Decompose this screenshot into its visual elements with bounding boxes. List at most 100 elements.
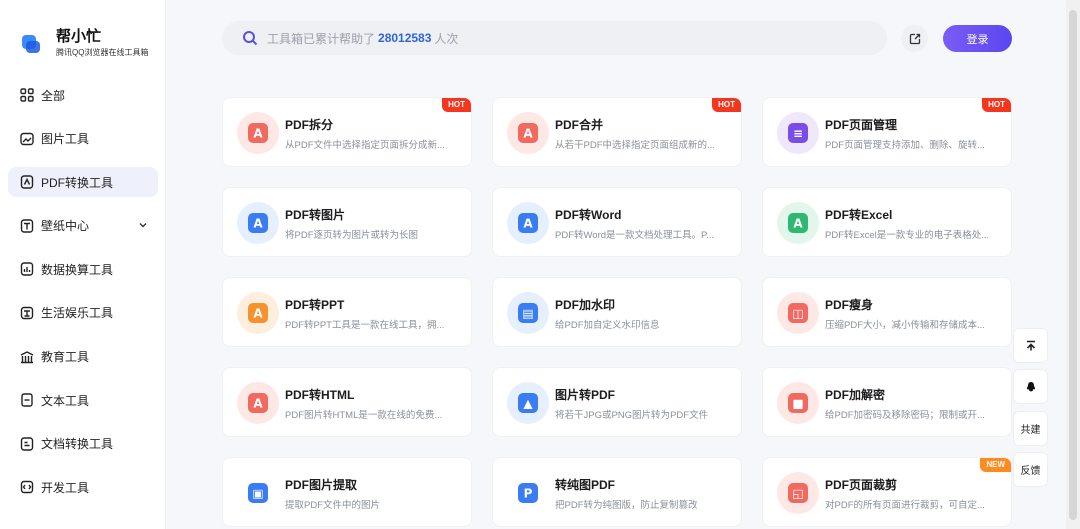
grid-icon — [20, 88, 34, 102]
svg-text:▤: ▤ — [522, 307, 533, 321]
pdf-to-image-icon: A — [237, 202, 279, 244]
tool-description: 将若干JPG或PNG图片转为PDF文件 — [555, 410, 709, 421]
tool-description: 从若干PDF中选择指定页面组成新的... — [555, 140, 715, 151]
tool-card[interactable]: ≡ PDF页面管理 PDF页面管理支持添加、删除、旋转... HOT — [762, 97, 1012, 167]
qq-button[interactable] — [1013, 369, 1048, 404]
sidebar-item-label: 教育工具 — [41, 350, 90, 365]
feedback-button[interactable]: 反馈 — [1013, 452, 1048, 487]
chevron-down-icon[interactable] — [138, 220, 148, 230]
tool-title: PDF合并 — [555, 118, 604, 132]
tool-title: PDF瘦身 — [825, 298, 874, 312]
pdf-icon — [20, 175, 34, 189]
tool-title: 转纯图PDF — [555, 478, 616, 492]
dev-icon — [20, 480, 34, 494]
pdf-compress-icon: ◫ — [777, 292, 819, 334]
svg-text:■: ■ — [792, 397, 803, 411]
wallpaper-icon — [20, 219, 34, 233]
tool-description: PDF转Excel是一款专业的电子表格处... — [825, 230, 990, 241]
sidebar-item-label: 文本工具 — [41, 393, 90, 408]
svg-text:A: A — [253, 217, 263, 231]
pdf-page-manage-icon: ≡ — [777, 112, 819, 154]
share-button[interactable] — [901, 25, 928, 52]
brand[interactable]: 帮小忙 腾讯QQ浏览器在线工具箱 — [20, 28, 148, 58]
brand-tagline: 腾讯QQ浏览器在线工具箱 — [56, 48, 149, 57]
sidebar-item-label: 开发工具 — [41, 480, 90, 495]
svg-text:▲: ▲ — [523, 397, 533, 411]
tool-title: 图片转PDF — [555, 388, 616, 402]
svg-text:A: A — [253, 307, 263, 321]
tool-title: PDF转Word — [555, 208, 622, 222]
sidebar-item-label: 数据换算工具 — [41, 262, 114, 277]
scrollbar-thumb[interactable] — [1069, 10, 1077, 520]
tool-card[interactable]: A PDF转HTML PDF图片转HTML是一款在线的免费... — [222, 367, 472, 437]
svg-text:A: A — [253, 397, 263, 411]
tool-card[interactable]: A PDF转PPT PDF转PPT工具是一款在线工具，拥... — [222, 277, 472, 347]
tool-description: 将PDF逐页转为图片或转为长图 — [285, 230, 419, 241]
sidebar-item-label: 图片工具 — [41, 132, 90, 147]
pdf-encrypt-icon: ■ — [777, 382, 819, 424]
pdf-to-html-icon: A — [237, 382, 279, 424]
tool-card[interactable]: ▲ 图片转PDF 将若干JPG或PNG图片转为PDF文件 — [492, 367, 742, 437]
search-suffix: 人次 — [434, 31, 459, 46]
sidebar-item-entertainment[interactable]: 生活娱乐工具 — [8, 298, 158, 328]
back-to-top-button[interactable] — [1013, 328, 1048, 363]
search-count: 28012583 — [378, 31, 432, 45]
tool-card[interactable]: ■ PDF加解密 给PDF加密码及移除密码；限制或开... — [762, 367, 1012, 437]
text-icon — [20, 393, 34, 407]
svg-text:A: A — [523, 217, 533, 231]
svg-text:◫: ◫ — [792, 307, 803, 321]
tool-description: PDF转Word是一款文档处理工具。P... — [555, 230, 715, 241]
tool-description: 给PDF加密码及移除密码；限制或开... — [825, 410, 985, 421]
svg-text:A: A — [793, 217, 803, 231]
sidebar-item-doc-convert[interactable]: 文档转换工具 — [8, 429, 158, 459]
pdf-to-word-icon: A — [507, 202, 549, 244]
tool-card[interactable]: P 转纯图PDF 把PDF转为纯图版，防止复制篡改 — [492, 457, 742, 527]
new-badge: NEW — [980, 458, 1011, 472]
education-icon — [20, 350, 34, 364]
svg-text:P: P — [524, 487, 533, 501]
sidebar-item-wallpaper[interactable]: 壁纸中心 — [8, 211, 158, 241]
login-button[interactable]: 登录 — [943, 25, 1012, 52]
pure-image-pdf-icon: P — [507, 472, 549, 514]
tool-card[interactable]: A PDF转Word PDF转Word是一款文档处理工具。P... — [492, 187, 742, 257]
sidebar-item-text-tools[interactable]: 文本工具 — [8, 385, 158, 415]
tool-description: 给PDF加自定义水印信息 — [555, 320, 660, 331]
sidebar-item-data-tools[interactable]: 数据换算工具 — [8, 254, 158, 284]
tool-description: 对PDF的所有页面进行裁剪，可自定... — [825, 500, 985, 511]
sidebar-item-education[interactable]: 教育工具 — [8, 342, 158, 372]
tool-description: PDF页面管理支持添加、删除、旋转... — [825, 140, 985, 151]
pdf-to-ppt-icon: A — [237, 292, 279, 334]
svg-text:≡: ≡ — [793, 127, 803, 141]
tool-card[interactable]: ◱ PDF页面裁剪 对PDF的所有页面进行裁剪，可自定... NEW — [762, 457, 1012, 527]
tool-card[interactable]: A PDF合并 从若干PDF中选择指定页面组成新的... HOT — [492, 97, 742, 167]
tool-title: PDF拆分 — [285, 118, 334, 132]
tool-title: PDF转PPT — [285, 298, 345, 312]
sidebar-item-pdf-tools[interactable]: PDF转换工具 — [8, 167, 158, 198]
tool-title: PDF页面管理 — [825, 118, 898, 132]
sidebar-nav: 全部 图片工具 PDF转换工具 壁纸中心 数据换算工具 生活娱乐工具 教育工具 — [8, 80, 158, 516]
pdf-to-excel-icon: A — [777, 202, 819, 244]
tool-card[interactable]: ▤ PDF加水印 给PDF加自定义水印信息 — [492, 277, 742, 347]
share-icon — [909, 33, 920, 44]
tool-card[interactable]: ▣ PDF图片提取 提取PDF文件中的图片 — [222, 457, 472, 527]
search-bar[interactable]: 工具箱已累计帮助了 28012583 人次 — [222, 21, 887, 55]
brand-logo — [20, 31, 42, 55]
tool-title: PDF转HTML — [285, 388, 355, 402]
sidebar-item-dev-tools[interactable]: 开发工具 — [8, 472, 158, 502]
tool-card[interactable]: A PDF转图片 将PDF逐页转为图片或转为长图 — [222, 187, 472, 257]
tool-card[interactable]: A PDF拆分 从PDF文件中选择指定页面拆分成新... HOT — [222, 97, 472, 167]
sidebar-item-label: PDF转换工具 — [41, 175, 114, 190]
back-to-top-icon — [1026, 340, 1035, 350]
co-build-button[interactable]: 共建 — [1013, 411, 1048, 446]
pdf-split-icon: A — [237, 112, 279, 154]
svg-text:A: A — [523, 127, 533, 141]
search-prefix: 工具箱已累计帮助了 — [267, 31, 376, 46]
sidebar-item-image-tools[interactable]: 图片工具 — [8, 124, 158, 154]
sidebar-item-all[interactable]: 全部 — [8, 80, 158, 110]
tool-title: PDF图片提取 — [285, 478, 358, 492]
image-icon — [20, 132, 34, 146]
hot-badge: HOT — [982, 98, 1011, 112]
tool-description: PDF转PPT工具是一款在线工具，拥... — [285, 320, 445, 331]
tool-card[interactable]: ◫ PDF瘦身 压缩PDF大小，减小传输和存储成本... — [762, 277, 1012, 347]
tool-card[interactable]: A PDF转Excel PDF转Excel是一款专业的电子表格处... — [762, 187, 1012, 257]
